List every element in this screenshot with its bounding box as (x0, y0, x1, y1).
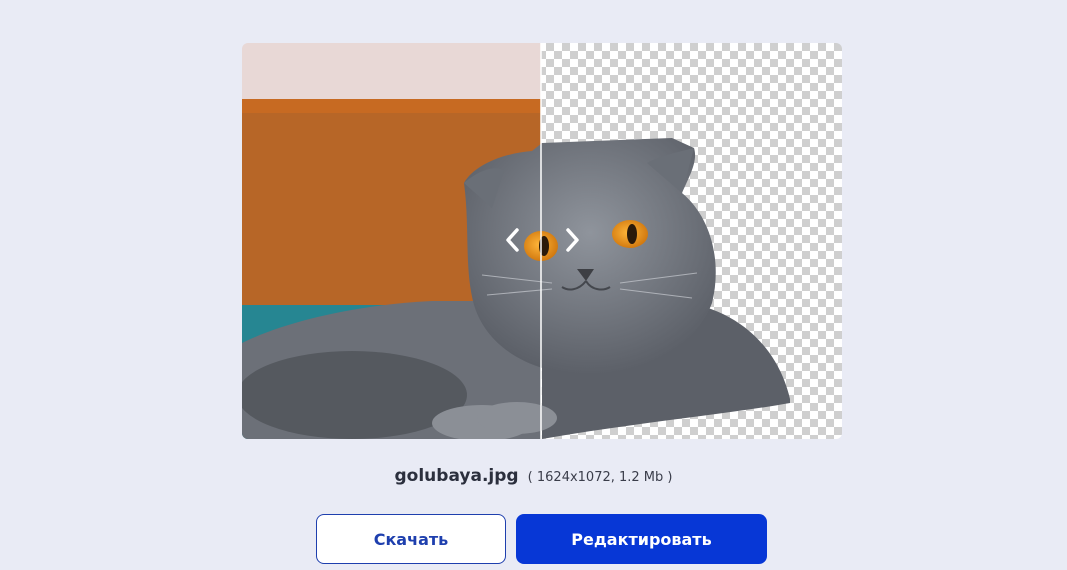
split-handle[interactable] (497, 225, 587, 255)
chevron-right-icon (566, 228, 579, 252)
edit-button[interactable]: Редактировать (516, 514, 767, 564)
file-meta: ( 1624x1072, 1.2 Mb ) (527, 470, 673, 485)
download-button[interactable]: Скачать (316, 514, 506, 564)
file-info: golubaya.jpg ( 1624x1072, 1.2 Mb ) (0, 466, 1067, 486)
file-name: golubaya.jpg (394, 466, 519, 486)
before-after-comparison[interactable] (242, 43, 842, 439)
chevron-left-icon (506, 228, 519, 252)
